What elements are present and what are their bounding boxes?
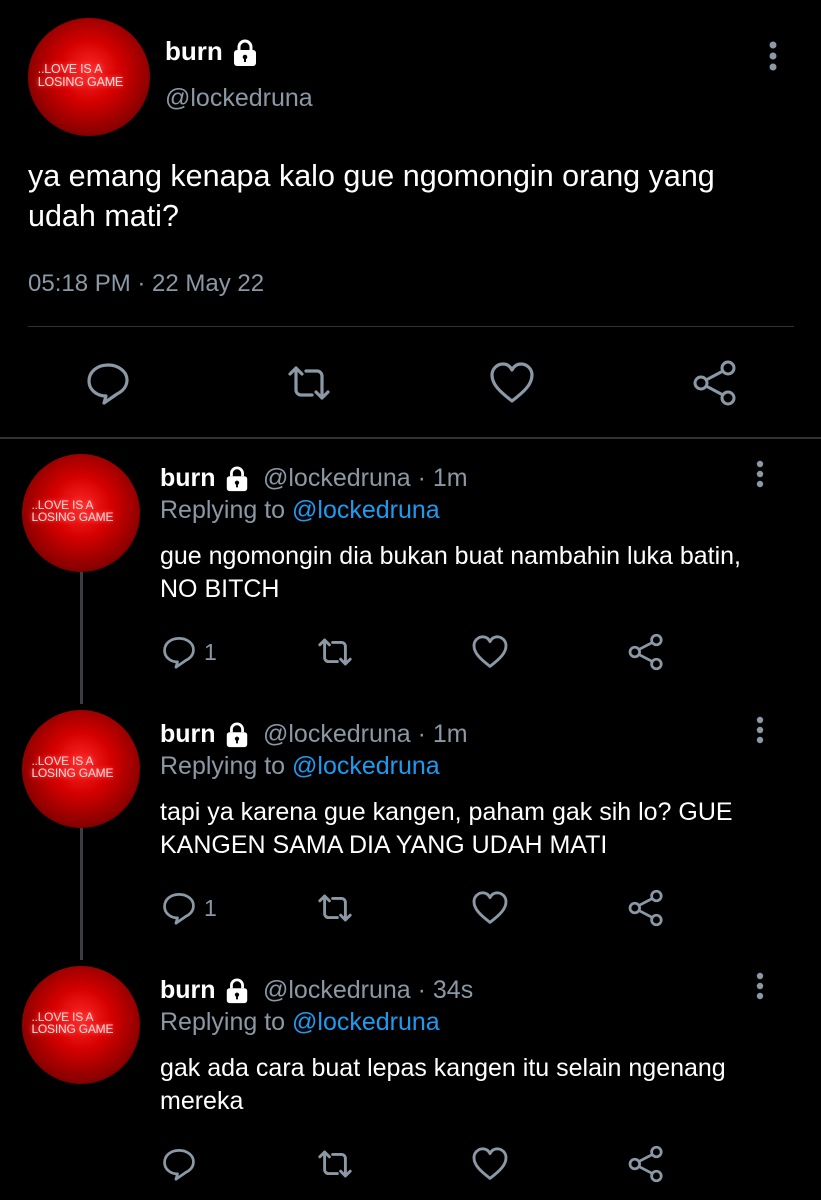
reply-icon <box>160 633 198 671</box>
retweet-icon[interactable] <box>314 632 356 672</box>
replying-to: Replying to @lockedruna <box>160 752 440 781</box>
reply-icon <box>160 1145 198 1183</box>
avatar[interactable]: ..LOVE IS A LOSING GAME <box>22 454 140 572</box>
more-vertical-icon[interactable] <box>750 460 770 492</box>
divider <box>28 326 794 327</box>
handle-time[interactable]: @lockedruna · 1m <box>263 464 468 493</box>
share-icon[interactable] <box>626 888 666 928</box>
lock-icon <box>223 466 251 492</box>
avatar-neon-text: ..LOVE IS A LOSING GAME <box>31 1011 130 1036</box>
more-vertical-icon[interactable] <box>750 716 770 748</box>
reply-count: 1 <box>204 894 217 921</box>
reply-button[interactable] <box>160 1144 204 1184</box>
display-name[interactable]: burn <box>160 976 251 1005</box>
main-tweet: ..LOVE IS A LOSING GAME burn @lockedruna… <box>0 0 821 440</box>
display-name-text: burn <box>160 720 216 748</box>
replying-prefix: Replying to <box>160 752 286 780</box>
tweet-text: gak ada cara buat lepas kangen itu selai… <box>160 1054 726 1115</box>
share-icon[interactable] <box>626 1144 666 1184</box>
avatar-text-line: LOSING GAME <box>31 766 114 781</box>
reply-tweet[interactable]: ..LOVE IS A LOSING GAME burn @lockedruna… <box>0 454 821 684</box>
replying-to: Replying to @lockedruna <box>160 1008 440 1037</box>
share-icon[interactable] <box>626 632 666 672</box>
reply-count: 1 <box>204 638 217 665</box>
more-vertical-icon[interactable] <box>750 972 770 1004</box>
heart-icon[interactable] <box>470 1144 510 1184</box>
avatar-neon-text: ..LOVE IS A LOSING GAME <box>37 61 141 89</box>
reply-tweet[interactable]: ..LOVE IS A LOSING GAME burn @lockedruna… <box>0 966 821 1196</box>
reply-button[interactable]: 1 <box>160 888 217 928</box>
tweet-text: gue ngomongin dia bukan buat nambahin lu… <box>160 542 741 603</box>
handle[interactable]: @lockedruna <box>165 84 313 113</box>
reply-button[interactable]: 1 <box>160 632 217 672</box>
handle-time[interactable]: @lockedruna · 34s <box>263 976 473 1005</box>
heart-icon[interactable] <box>470 632 510 672</box>
display-name[interactable]: burn <box>160 720 251 749</box>
reply-icon[interactable] <box>83 358 133 408</box>
display-name[interactable]: burn <box>160 464 251 493</box>
avatar[interactable]: ..LOVE IS A LOSING GAME <box>22 710 140 828</box>
avatar-text-line: LOSING GAME <box>31 510 114 525</box>
lock-icon <box>223 722 251 748</box>
reply-tweet[interactable]: ..LOVE IS A LOSING GAME burn @lockedruna… <box>0 710 821 940</box>
heart-icon[interactable] <box>487 358 537 408</box>
replying-to: Replying to @lockedruna <box>160 496 440 525</box>
avatar-text-line: LOSING GAME <box>37 74 124 89</box>
share-icon[interactable] <box>690 358 740 408</box>
retweet-icon[interactable] <box>314 888 356 928</box>
replying-to-link[interactable]: @lockedruna <box>292 1008 440 1036</box>
more-vertical-icon[interactable] <box>762 40 784 76</box>
lock-icon <box>230 39 260 67</box>
retweet-icon[interactable] <box>284 358 334 408</box>
avatar[interactable]: ..LOVE IS A LOSING GAME <box>28 18 150 136</box>
tweet-text: ya emang kenapa kalo gue ngomongin orang… <box>28 159 715 233</box>
display-name-text: burn <box>165 36 223 66</box>
avatar[interactable]: ..LOVE IS A LOSING GAME <box>22 966 140 1084</box>
avatar-text-line: LOSING GAME <box>31 1022 114 1037</box>
display-name-text: burn <box>160 464 216 492</box>
divider <box>0 437 821 439</box>
handle-time[interactable]: @lockedruna · 1m <box>263 720 468 749</box>
replying-to-link[interactable]: @lockedruna <box>292 496 440 524</box>
display-name[interactable]: burn <box>165 36 260 67</box>
replying-prefix: Replying to <box>160 496 286 524</box>
replying-to-link[interactable]: @lockedruna <box>292 752 440 780</box>
heart-icon[interactable] <box>470 888 510 928</box>
tweet-timestamp: 05:18 PM · 22 May 22 <box>28 270 265 297</box>
avatar-neon-text: ..LOVE IS A LOSING GAME <box>31 755 130 780</box>
lock-icon <box>223 978 251 1004</box>
retweet-icon[interactable] <box>314 1144 356 1184</box>
avatar-text-line: ..LOVE IS A <box>37 61 103 76</box>
replying-prefix: Replying to <box>160 1008 286 1036</box>
tweet-text: tapi ya karena gue kangen, paham gak sih… <box>160 798 733 859</box>
display-name-text: burn <box>160 976 216 1004</box>
reply-icon <box>160 889 198 927</box>
avatar-neon-text: ..LOVE IS A LOSING GAME <box>31 499 130 524</box>
